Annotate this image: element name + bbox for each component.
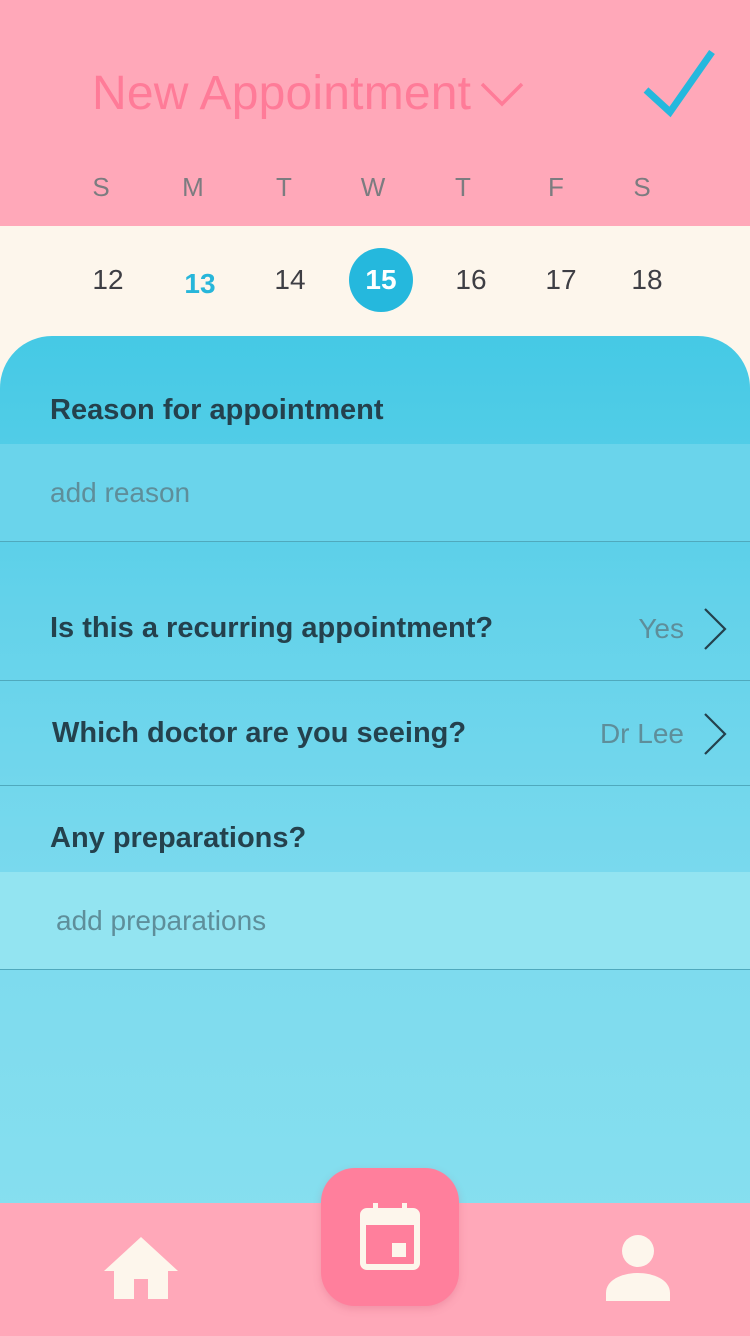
preparations-field[interactable] [0,872,750,970]
doctor-selector[interactable]: Which doctor are you seeing? Dr Lee [0,682,750,786]
new-appointment-screen: New Appointment S M T W T F S 12 13 14 1… [0,0,750,1336]
chevron-right-icon [704,607,727,650]
weekday-label: F [548,172,564,202]
day-16[interactable]: 16 [439,248,503,312]
reason-field[interactable] [0,444,750,542]
weekday-label: M [182,172,204,202]
person-icon[interactable] [604,1233,672,1303]
preparations-label: Any preparations? [50,822,307,854]
day-13-today[interactable]: 13 [168,252,232,316]
weekday-label: T [276,172,292,202]
calendar-icon [360,1203,420,1270]
page-title: New Appointment [92,67,472,120]
day-12[interactable]: 12 [76,248,140,312]
recurring-value: Yes [638,612,684,644]
chevron-down-icon [480,82,524,106]
doctor-question: Which doctor are you seeing? [52,717,467,749]
day-14[interactable]: 14 [258,248,322,312]
weekday-label: T [455,172,471,202]
reason-label: Reason for appointment [50,394,384,426]
weekday-label: W [360,172,386,202]
day-15-selected[interactable]: 15 [349,248,413,312]
title-dropdown[interactable]: New Appointment [92,66,525,121]
doctor-value: Dr Lee [599,717,684,749]
home-icon[interactable] [102,1233,180,1303]
weekday-label: S [633,172,651,202]
weekday-label: S [92,172,110,202]
reason-input[interactable] [0,444,750,541]
calendar-button[interactable] [321,1168,459,1306]
chevron-right-icon [704,712,727,755]
day-18[interactable]: 18 [615,248,679,312]
checkmark-icon[interactable] [640,44,718,122]
weekday-row: S M T W T F S [0,172,750,212]
recurring-question: Is this a recurring appointment? [50,612,494,644]
header: New Appointment S M T W T F S [0,0,750,226]
appointment-form: Reason for appointment Is this a recurri… [0,336,750,1216]
preparations-input[interactable] [0,872,750,969]
day-17[interactable]: 17 [529,248,593,312]
recurring-selector[interactable]: Is this a recurring appointment? Yes [0,577,750,681]
